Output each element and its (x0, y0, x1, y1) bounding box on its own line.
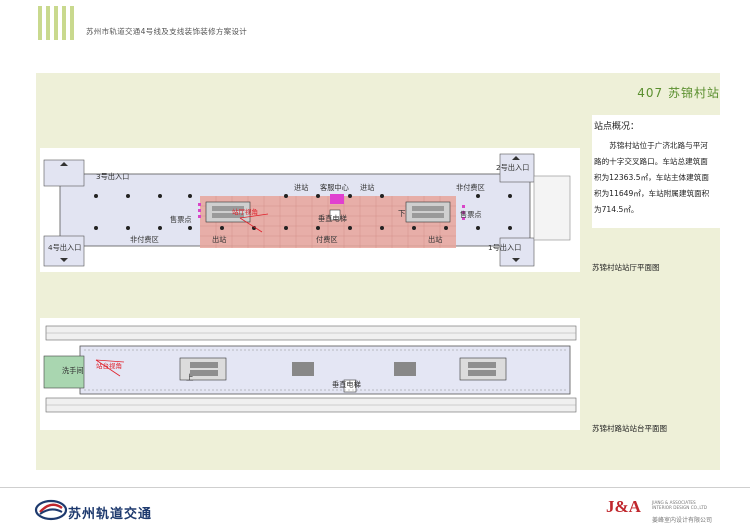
service-center (330, 194, 344, 204)
concourse-elevator (329, 209, 341, 221)
stair-block-1 (292, 362, 314, 376)
ja-chinese-name: 姜峰室内设计有限公司 (652, 517, 713, 524)
concourse-plan (40, 148, 580, 272)
escalator-right (405, 201, 451, 223)
platform-escalator-left (179, 357, 227, 381)
footer-divider (0, 487, 750, 488)
escalator-left (205, 201, 251, 223)
platform-plan (40, 318, 580, 430)
ja-english-name: JIANG & ASSOCIATES INTERIOR DESIGN CO.,L… (652, 500, 707, 510)
suzhou-rail-logo-icon (34, 499, 68, 521)
stair-block-2 (394, 362, 416, 376)
platform-escalator-right (459, 357, 507, 381)
restroom-zone (43, 355, 85, 389)
ja-logo: J&A (606, 497, 641, 516)
ja-english-line-2: INTERIOR DESIGN CO.,LTD (652, 505, 707, 510)
platform-elevator (343, 379, 357, 393)
floor-plans (40, 148, 580, 430)
brand-name: 苏州轨道交通 (68, 507, 153, 522)
